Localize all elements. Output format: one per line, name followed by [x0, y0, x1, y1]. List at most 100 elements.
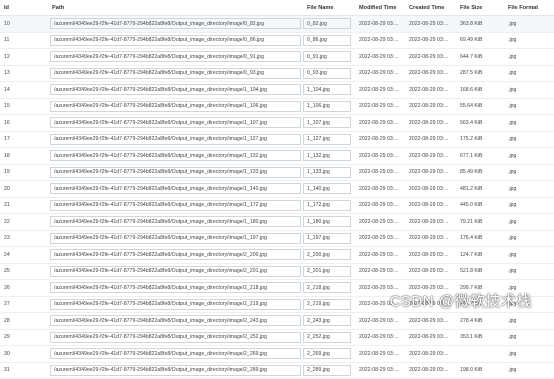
column-header-created-time[interactable]: Created Time: [405, 0, 456, 15]
table-header: Id Path File Name Modified Time Created …: [0, 0, 554, 16]
table-row[interactable]: 13/azureml/4349ee29-f2fe-41d7-8779-294b8…: [0, 66, 554, 83]
table-row[interactable]: 12/azureml/4349ee29-f2fe-41d7-8779-294b8…: [0, 49, 554, 66]
cell-file-name[interactable]: 2_252.jpg: [303, 332, 351, 343]
cell-id: 28: [0, 313, 48, 329]
cell-file-size: 278.4 KiB: [456, 313, 504, 329]
table-row[interactable]: 11/azureml/4349ee29-f2fe-41d7-8779-294b8…: [0, 33, 554, 50]
cell-id: 27: [0, 297, 48, 313]
cell-path[interactable]: /azureml/4349ee29-f2fe-41d7-8779-294b822…: [50, 233, 301, 244]
cell-file-size: 363.8 KiB: [456, 16, 504, 32]
cell-file-name[interactable]: 1_180.jpg: [303, 216, 351, 227]
cell-file-name[interactable]: 1_127.jpg: [303, 134, 351, 145]
column-header-file-format[interactable]: File Format: [504, 0, 554, 15]
cell-modified-time: 2022-08-29 03:...: [355, 247, 405, 263]
cell-file-name[interactable]: 1_172.jpg: [303, 200, 351, 211]
table-row[interactable]: 15/azureml/4349ee29-f2fe-41d7-8779-294b8…: [0, 99, 554, 116]
column-header-file-name[interactable]: File Name: [303, 0, 355, 15]
cell-modified-time: 2022-08-29 03:...: [355, 66, 405, 82]
cell-id: 22: [0, 214, 48, 230]
cell-created-time: 2022-08-29 03:...: [405, 165, 456, 181]
cell-file-format: .jpg: [504, 363, 554, 379]
table-row[interactable]: 16/azureml/4349ee29-f2fe-41d7-8779-294b8…: [0, 115, 554, 132]
cell-file-name[interactable]: 1_106.jpg: [303, 101, 351, 112]
cell-path[interactable]: /azureml/4349ee29-f2fe-41d7-8779-294b822…: [50, 18, 301, 29]
cell-path[interactable]: /azureml/4349ee29-f2fe-41d7-8779-294b822…: [50, 35, 301, 46]
cell-file-name[interactable]: 1_132.jpg: [303, 150, 351, 161]
table-row[interactable]: 23/azureml/4349ee29-f2fe-41d7-8779-294b8…: [0, 231, 554, 248]
table-row[interactable]: 18/azureml/4349ee29-f2fe-41d7-8779-294b8…: [0, 148, 554, 165]
column-header-modified-time[interactable]: Modified Time: [355, 0, 405, 15]
column-header-id[interactable]: Id: [0, 0, 48, 15]
table-row[interactable]: 19/azureml/4349ee29-f2fe-41d7-8779-294b8…: [0, 165, 554, 182]
cell-path[interactable]: /azureml/4349ee29-f2fe-41d7-8779-294b822…: [50, 51, 301, 62]
cell-path[interactable]: /azureml/4349ee29-f2fe-41d7-8779-294b822…: [50, 216, 301, 227]
cell-file-name[interactable]: 2_201.jpg: [303, 266, 351, 277]
cell-modified-time: 2022-08-29 03:...: [355, 181, 405, 197]
table-row[interactable]: 14/azureml/4349ee29-f2fe-41d7-8779-294b8…: [0, 82, 554, 99]
cell-path[interactable]: /azureml/4349ee29-f2fe-41d7-8779-294b822…: [50, 299, 301, 310]
cell-path[interactable]: /azureml/4349ee29-f2fe-41d7-8779-294b822…: [50, 200, 301, 211]
cell-file-name[interactable]: 1_140.jpg: [303, 183, 351, 194]
cell-path[interactable]: /azureml/4349ee29-f2fe-41d7-8779-294b822…: [50, 348, 301, 359]
cell-file-name[interactable]: 1_197.jpg: [303, 233, 351, 244]
cell-created-time: 2022-08-29 03:...: [405, 181, 456, 197]
cell-file-name[interactable]: 0_86.jpg: [303, 35, 351, 46]
cell-path[interactable]: /azureml/4349ee29-f2fe-41d7-8779-294b822…: [50, 134, 301, 145]
column-header-path[interactable]: Path: [48, 0, 303, 15]
table-row[interactable]: 17/azureml/4349ee29-f2fe-41d7-8779-294b8…: [0, 132, 554, 149]
cell-file-size: 563.4 KiB: [456, 115, 504, 131]
cell-created-time: 2022-08-29 03:...: [405, 33, 456, 49]
cell-path[interactable]: /azureml/4349ee29-f2fe-41d7-8779-294b822…: [50, 266, 301, 277]
cell-file-name[interactable]: 1_133.jpg: [303, 167, 351, 178]
cell-file-name[interactable]: 2_289.jpg: [303, 365, 351, 376]
cell-modified-time: 2022-08-29 03:...: [355, 330, 405, 346]
cell-created-time: 2022-08-29 03:...: [405, 16, 456, 32]
cell-path[interactable]: /azureml/4349ee29-f2fe-41d7-8779-294b822…: [50, 167, 301, 178]
table-row[interactable]: 25/azureml/4349ee29-f2fe-41d7-8779-294b8…: [0, 264, 554, 281]
cell-created-time: 2022-08-29 03:...: [405, 82, 456, 98]
cell-path[interactable]: /azureml/4349ee29-f2fe-41d7-8779-294b822…: [50, 332, 301, 343]
cell-file-size: 644.7 KiB: [456, 49, 504, 65]
cell-path[interactable]: /azureml/4349ee29-f2fe-41d7-8779-294b822…: [50, 183, 301, 194]
cell-file-size: 124.7 KiB: [456, 247, 504, 263]
cell-path[interactable]: /azureml/4349ee29-f2fe-41d7-8779-294b822…: [50, 365, 301, 376]
cell-file-name[interactable]: 1_107.jpg: [303, 117, 351, 128]
table-row[interactable]: 28/azureml/4349ee29-f2fe-41d7-8779-294b8…: [0, 313, 554, 330]
cell-file-format: .jpg: [504, 330, 554, 346]
cell-file-name[interactable]: 0_91.jpg: [303, 51, 351, 62]
cell-created-time: 2022-08-29 03:...: [405, 214, 456, 230]
table-row[interactable]: 10/azureml/4349ee29-f2fe-41d7-8779-294b8…: [0, 16, 554, 33]
cell-path[interactable]: /azureml/4349ee29-f2fe-41d7-8779-294b822…: [50, 249, 301, 260]
cell-file-name[interactable]: 2_219.jpg: [303, 299, 351, 310]
cell-file-size: 85.49 KiB: [456, 165, 504, 181]
column-header-file-size[interactable]: File Size: [456, 0, 504, 15]
cell-path[interactable]: /azureml/4349ee29-f2fe-41d7-8779-294b822…: [50, 117, 301, 128]
cell-path[interactable]: /azureml/4349ee29-f2fe-41d7-8779-294b822…: [50, 84, 301, 95]
cell-file-name[interactable]: 0_93.jpg: [303, 68, 351, 79]
cell-file-name[interactable]: 1_104.jpg: [303, 84, 351, 95]
table-row[interactable]: 30/azureml/4349ee29-f2fe-41d7-8779-294b8…: [0, 346, 554, 363]
cell-path[interactable]: /azureml/4349ee29-f2fe-41d7-8779-294b822…: [50, 282, 301, 293]
table-row[interactable]: 21/azureml/4349ee29-f2fe-41d7-8779-294b8…: [0, 198, 554, 215]
table-row[interactable]: 20/azureml/4349ee29-f2fe-41d7-8779-294b8…: [0, 181, 554, 198]
cell-file-format: .jpg: [504, 247, 554, 263]
cell-file-name[interactable]: 2_200.jpg: [303, 249, 351, 260]
table-row[interactable]: 29/azureml/4349ee29-f2fe-41d7-8779-294b8…: [0, 330, 554, 347]
cell-path[interactable]: /azureml/4349ee29-f2fe-41d7-8779-294b822…: [50, 101, 301, 112]
cell-modified-time: 2022-08-29 03:...: [355, 231, 405, 247]
csdn-watermark: CSDN @微软技术栈: [390, 290, 532, 311]
table-row[interactable]: 24/azureml/4349ee29-f2fe-41d7-8779-294b8…: [0, 247, 554, 264]
cell-id: 25: [0, 264, 48, 280]
cell-file-name[interactable]: 2_218.jpg: [303, 282, 351, 293]
cell-id: 31: [0, 363, 48, 379]
cell-file-name[interactable]: 2_243.jpg: [303, 315, 351, 326]
cell-path[interactable]: /azureml/4349ee29-f2fe-41d7-8779-294b822…: [50, 150, 301, 161]
cell-file-name[interactable]: 2_269.jpg: [303, 348, 351, 359]
cell-path[interactable]: /azureml/4349ee29-f2fe-41d7-8779-294b822…: [50, 315, 301, 326]
cell-file-name[interactable]: 0_82.jpg: [303, 18, 351, 29]
cell-created-time: 2022-08-29 03:...: [405, 346, 456, 362]
table-row[interactable]: 31/azureml/4349ee29-f2fe-41d7-8779-294b8…: [0, 363, 554, 379]
cell-path[interactable]: /azureml/4349ee29-f2fe-41d7-8779-294b822…: [50, 68, 301, 79]
cell-modified-time: 2022-08-29 03:...: [355, 16, 405, 32]
table-row[interactable]: 22/azureml/4349ee29-f2fe-41d7-8779-294b8…: [0, 214, 554, 231]
